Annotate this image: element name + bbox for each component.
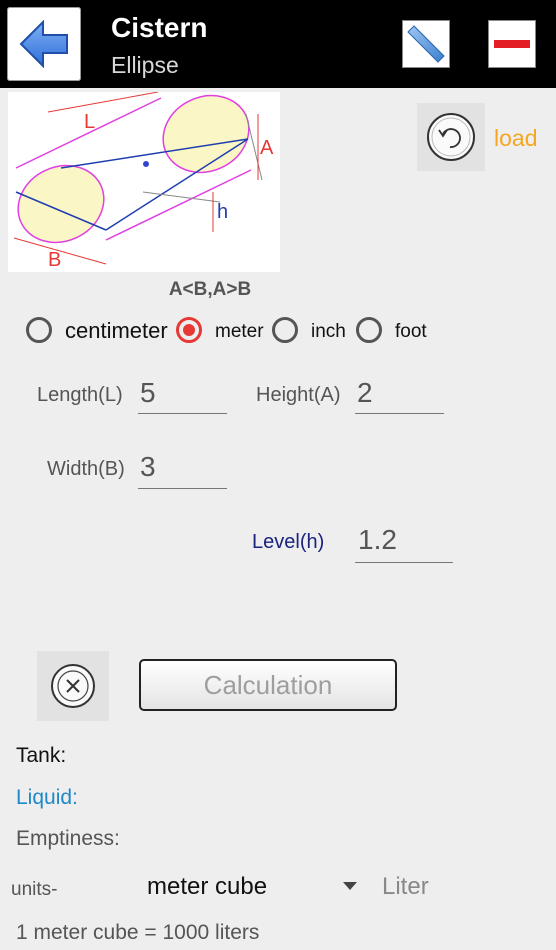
conversion-note: 1 meter cube = 1000 liters: [16, 921, 260, 944]
load-label[interactable]: load: [494, 125, 537, 152]
shape-condition: A<B,A>B: [168, 279, 252, 300]
width-label: Width(B): [47, 458, 125, 480]
liquid-result-label: Liquid:: [16, 786, 78, 809]
radio-foot[interactable]: [356, 317, 382, 343]
length-underline: [138, 413, 227, 414]
clear-button[interactable]: [37, 651, 109, 721]
delete-button[interactable]: [488, 20, 536, 68]
page-subtitle: Ellipse: [111, 52, 179, 78]
label-A: A: [260, 137, 274, 159]
radio-foot-label[interactable]: foot: [395, 321, 427, 343]
liter-label: Liter: [382, 873, 429, 900]
length-label: Length(L): [37, 384, 123, 406]
label-B: B: [48, 249, 61, 271]
elliptic-tank-illustration: L A h B: [13, 91, 274, 271]
radio-centimeter[interactable]: [26, 317, 52, 343]
height-underline: [355, 413, 444, 414]
load-button[interactable]: [417, 103, 485, 171]
level-label: Level(h): [252, 531, 325, 553]
cistern-diagram: L A h B: [8, 91, 280, 272]
calculation-button[interactable]: Calculation: [139, 659, 397, 711]
units-dropdown[interactable]: meter cube: [147, 873, 267, 901]
length-input[interactable]: 5: [140, 377, 156, 409]
height-label: Height(A): [256, 384, 341, 406]
page-title: Cistern: [111, 12, 208, 43]
level-input[interactable]: 1.2: [358, 524, 397, 556]
label-L: L: [84, 111, 95, 133]
back-arrow-icon: [19, 19, 68, 69]
app-header: [0, 0, 556, 88]
radio-meter[interactable]: [176, 317, 202, 343]
radio-centimeter-label[interactable]: centimeter: [65, 318, 168, 344]
undo-circle-icon: [427, 113, 475, 161]
label-h: h: [217, 201, 228, 223]
back-button[interactable]: [7, 7, 81, 81]
units-label: units-: [11, 879, 58, 900]
width-underline: [138, 488, 227, 489]
dropdown-arrow-icon[interactable]: [343, 882, 357, 890]
ruler-icon: [407, 25, 445, 63]
close-circle-icon: [51, 664, 95, 708]
measure-button[interactable]: [402, 20, 450, 68]
radio-meter-label[interactable]: meter: [215, 321, 264, 343]
tank-result-label: Tank:: [16, 744, 67, 767]
minus-icon: [494, 40, 530, 48]
level-underline: [355, 562, 453, 563]
height-input[interactable]: 2: [357, 377, 373, 409]
radio-inch[interactable]: [272, 317, 298, 343]
emptiness-result-label: Emptiness:: [16, 827, 120, 850]
radio-inch-label[interactable]: inch: [311, 321, 346, 343]
width-input[interactable]: 3: [140, 451, 156, 483]
